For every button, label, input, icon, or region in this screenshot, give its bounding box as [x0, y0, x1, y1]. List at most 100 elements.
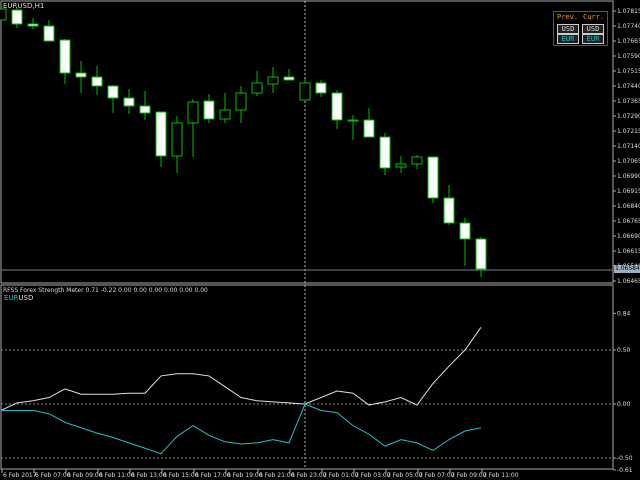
- candle: [171, 116, 183, 173]
- bear-candle-body: [331, 92, 343, 121]
- bear-candle-body: [379, 136, 391, 169]
- candle: [315, 80, 327, 97]
- time-label: 6 Feb 09:00: [67, 472, 103, 479]
- series-line-eur: [1, 403, 482, 455]
- indicator-axis-label: -0.61: [617, 467, 633, 474]
- candle: [219, 93, 231, 123]
- candle: [411, 155, 423, 169]
- indicator-axis-label: 0.50: [617, 347, 631, 354]
- prev-usd-button[interactable]: USD: [557, 24, 579, 34]
- bear-candle-body: [43, 25, 55, 42]
- time-label: 6 Feb 19:00: [227, 472, 263, 479]
- indicator-axis-label: 0.00: [617, 401, 631, 408]
- indicator-plot: 0.84 0.50 0.00 -0.50 -0.61: [0, 310, 633, 474]
- price-label: 1.07140: [617, 143, 640, 150]
- time-label: 6 Feb 2017: [3, 472, 37, 479]
- price-label: 1.06615: [617, 248, 640, 255]
- candle: [459, 218, 471, 266]
- candle: [427, 156, 439, 203]
- bear-candle-body: [59, 39, 71, 74]
- bear-candle-body: [459, 222, 471, 240]
- bear-candle-body: [363, 119, 375, 138]
- time-label: 7 Feb 05:00: [387, 472, 423, 479]
- time-label: 7 Feb 07:00: [419, 472, 455, 479]
- bear-candle-body: [27, 23, 39, 27]
- bull-candle-body: [299, 82, 311, 101]
- time-label: 7 Feb 09:00: [451, 472, 487, 479]
- bull-candle-body: [219, 109, 231, 120]
- candle: [75, 61, 87, 93]
- bear-candle-body: [315, 82, 327, 94]
- bear-candle-body: [203, 100, 215, 120]
- chart-frame: [0, 0, 614, 470]
- price-label: 1.06840: [617, 203, 640, 210]
- curr-label: Curr.: [583, 13, 605, 21]
- bear-candle-body: [283, 76, 295, 81]
- candles: [0, 8, 487, 277]
- symbol-title: EURUSD,H1: [3, 2, 45, 10]
- price-label: 1.06765: [617, 218, 640, 225]
- bull-candle-body: [251, 82, 263, 94]
- candle: [203, 94, 215, 123]
- candle: [11, 8, 23, 28]
- bear-candle-body: [443, 197, 455, 224]
- candle: [0, 8, 7, 21]
- candle: [27, 18, 39, 29]
- candle: [443, 185, 455, 225]
- curr-usd-button[interactable]: USD: [582, 24, 604, 34]
- bear-candle-body: [347, 119, 359, 122]
- time-axis: 6 Feb 20176 Feb 07:006 Feb 09:006 Feb 11…: [1, 469, 519, 479]
- price-label: 1.07065: [617, 158, 640, 165]
- bull-candle-body: [171, 122, 183, 157]
- candle: [379, 133, 391, 175]
- time-label: 6 Feb 13:00: [131, 472, 167, 479]
- price-label: 1.07290: [617, 113, 640, 120]
- main-pane-border: [0, 0, 614, 284]
- price-label: 1.07365: [617, 98, 640, 105]
- price-label: 1.06990: [617, 173, 640, 180]
- bull-candle-body: [411, 156, 423, 165]
- prev-label: Prev.: [557, 13, 579, 21]
- time-label: 6 Feb 21:00: [259, 472, 295, 479]
- price-label: 1.07440: [617, 83, 640, 90]
- indicator-legend: EURUSD: [4, 294, 33, 302]
- candle: [59, 39, 71, 84]
- time-label: 7 Feb 03:00: [355, 472, 391, 479]
- bull-candle-body: [0, 8, 7, 21]
- bear-candle-body: [107, 85, 119, 99]
- indicator-axis-label: -0.50: [617, 455, 633, 462]
- time-label: 6 Feb 17:00: [195, 472, 231, 479]
- time-label: 6 Feb 11:00: [99, 472, 135, 479]
- price-label: 1.07740: [617, 23, 640, 30]
- candle: [267, 67, 279, 93]
- current-price-tag: 1.06584: [614, 265, 640, 273]
- candle: [251, 71, 263, 96]
- price-axis: 1.07815 1.07740 1.07665 1.07590 1.07515 1.074…: [613, 8, 640, 285]
- bear-candle-body: [91, 76, 103, 87]
- indicator-title: RFSS Forex Strength Meter 0.71 -0.22 0.0…: [3, 287, 208, 294]
- strength-panel: Prev. Curr. USD USD EUR EUR: [553, 11, 608, 46]
- legend-usd: USD: [18, 294, 34, 302]
- bull-candle-body: [187, 101, 199, 124]
- bear-candle-body: [427, 156, 439, 199]
- curr-eur-button[interactable]: EUR: [582, 34, 604, 44]
- time-label: 7 Feb 11:00: [483, 472, 519, 479]
- time-label: 7 Feb 01:00: [323, 472, 359, 479]
- price-label: 1.07590: [617, 53, 640, 60]
- price-label: 1.07665: [617, 38, 640, 45]
- bear-candle-body: [75, 72, 87, 78]
- candle: [187, 99, 199, 157]
- time-label: 6 Feb 15:00: [163, 472, 199, 479]
- price-label: 1.06915: [617, 188, 640, 195]
- candle: [283, 69, 295, 81]
- candle: [91, 66, 103, 95]
- candle: [363, 108, 375, 138]
- bear-candle-body: [11, 9, 23, 25]
- bear-candle-body: [139, 105, 151, 114]
- price-label: 1.06690: [617, 233, 640, 240]
- prev-eur-button[interactable]: EUR: [557, 34, 579, 44]
- chart-canvas[interactable]: 1.07815 1.07740 1.07665 1.07590 1.07515 1.074…: [0, 0, 640, 480]
- bull-candle-body: [395, 163, 407, 168]
- bear-candle-body: [123, 97, 135, 107]
- bear-candle-body: [155, 111, 167, 157]
